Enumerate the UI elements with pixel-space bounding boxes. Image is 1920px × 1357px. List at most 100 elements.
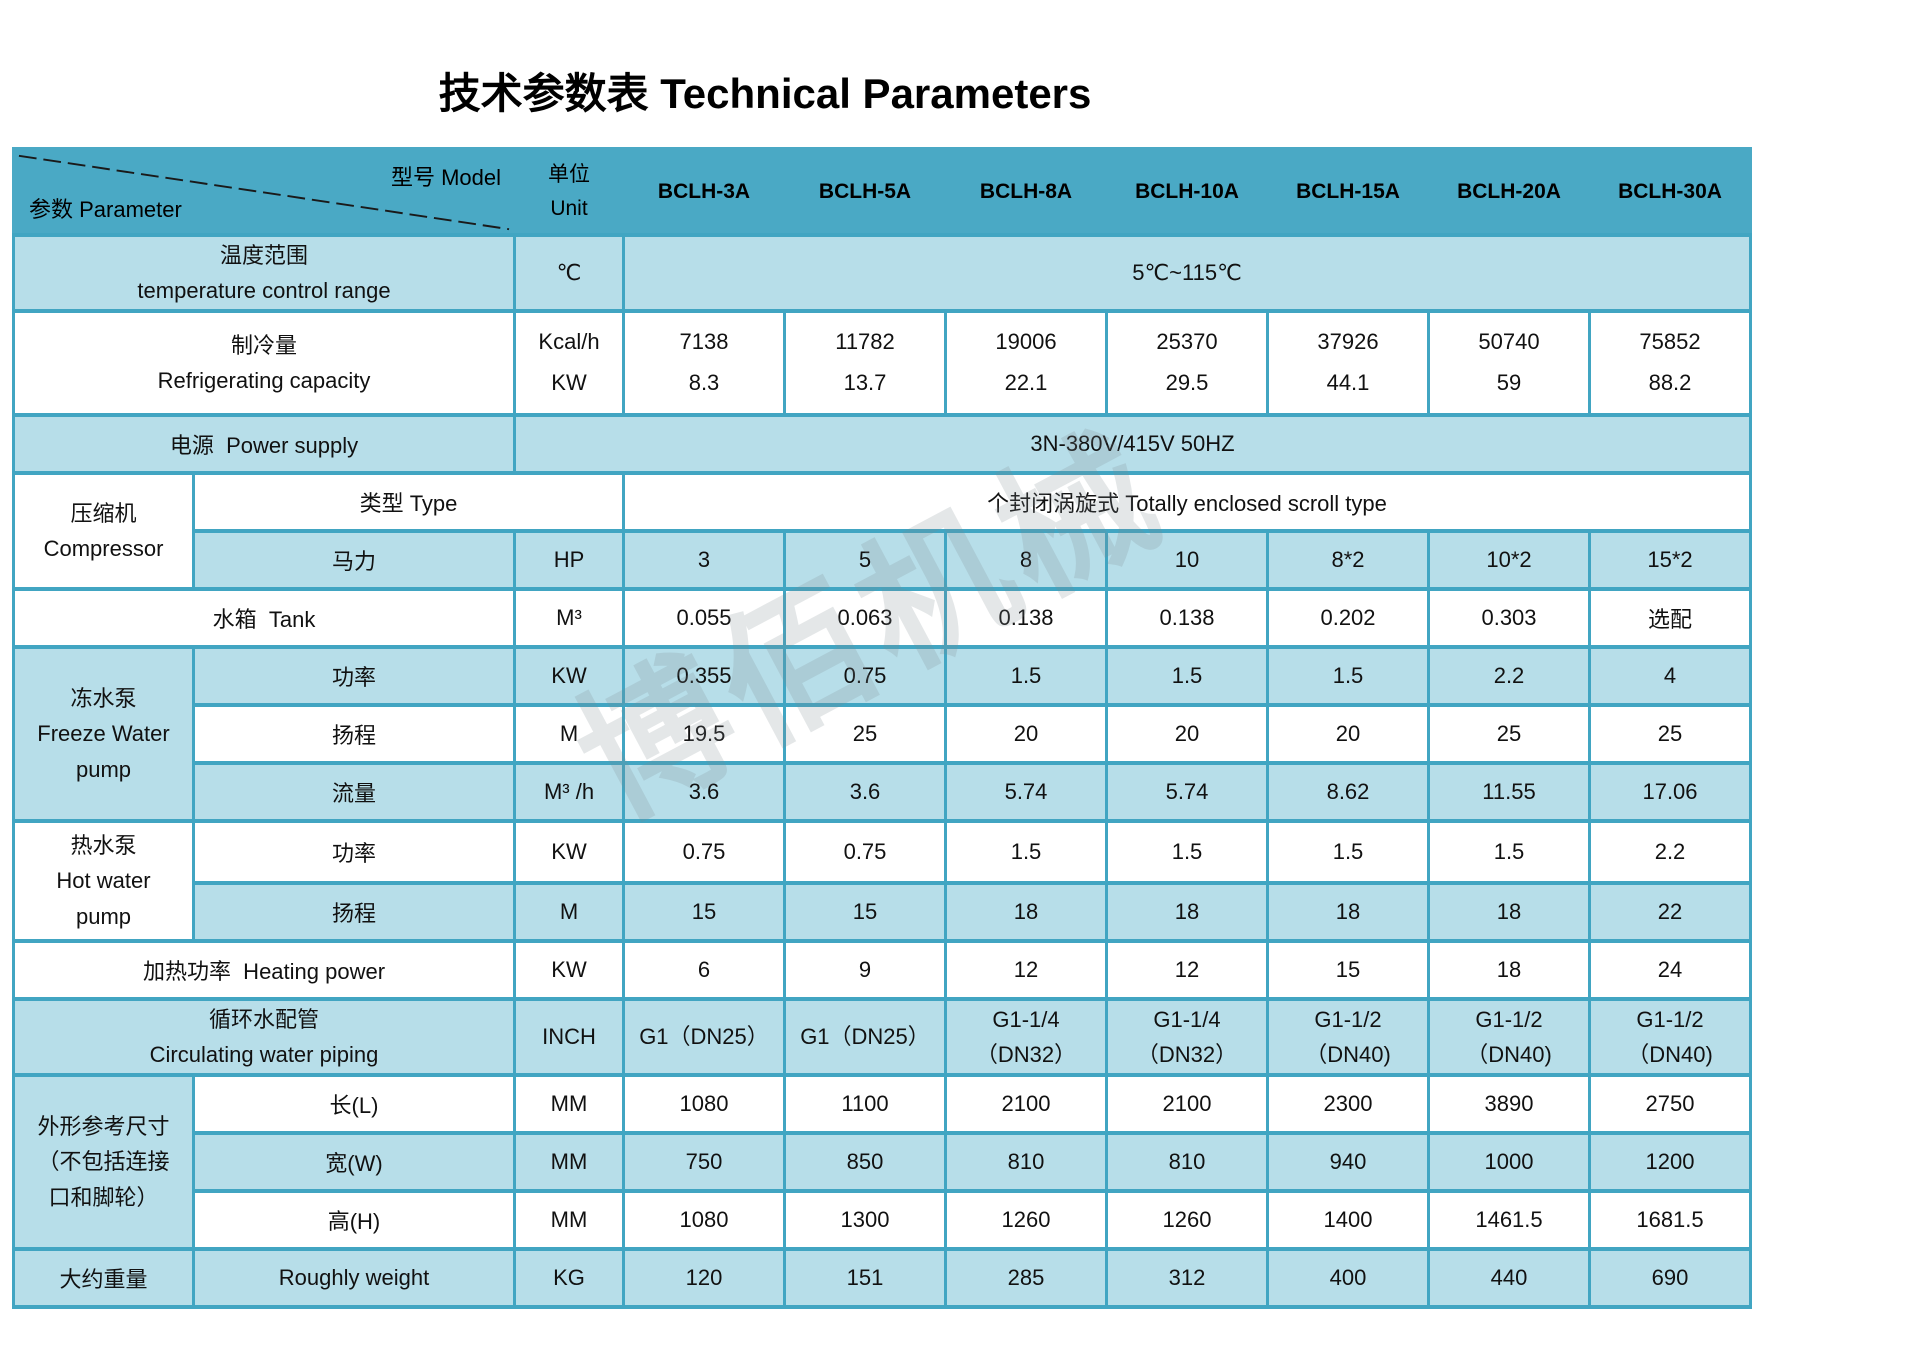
unit-cell: M — [515, 705, 624, 763]
param-label-refrigerating: 制冷量 Refrigerating capacity — [14, 311, 515, 415]
param-label-head: 扬程 — [194, 705, 515, 763]
label-en: pump — [15, 752, 192, 787]
label-en: pump — [15, 899, 192, 934]
value-cell: 750 — [624, 1133, 785, 1191]
value-cell: 15 — [1268, 941, 1429, 999]
value-cell: 9 — [785, 941, 946, 999]
value-cell: 940 — [1268, 1133, 1429, 1191]
value-cell: 24 — [1590, 941, 1751, 999]
value-cell: 22 — [1590, 883, 1751, 941]
value-cell: 400 — [1268, 1249, 1429, 1307]
unit-cell: HP — [515, 531, 624, 589]
value-cell: 1300 — [785, 1191, 946, 1249]
value-cell: 3.6 — [785, 763, 946, 821]
value-cell: 5.74 — [946, 763, 1107, 821]
row-refrigerating-capacity: 制冷量 Refrigerating capacity Kcal/h KW 713… — [14, 311, 1751, 415]
value-cell: 120 — [624, 1249, 785, 1307]
value-cell: 5.74 — [1107, 763, 1268, 821]
value-cell: 1100 — [785, 1075, 946, 1133]
param-label-type: 类型 Type — [194, 473, 624, 531]
row-compressor-type: 压缩机 Compressor 类型 Type 个封闭涡旋式 Totally en… — [14, 473, 1751, 531]
value-cell: 20 — [1107, 705, 1268, 763]
value-cell: 2.2 — [1590, 821, 1751, 883]
parameter-axis-label: 参数 Parameter — [29, 192, 182, 224]
header-row: 型号 Model 参数 Parameter 单位 Unit BCLH-3A BC… — [14, 149, 1751, 235]
value-cell: 810 — [946, 1133, 1107, 1191]
value-cell: 18 — [946, 883, 1107, 941]
label-zh: 温度范围 — [15, 238, 513, 273]
value-cell: 1200 — [1590, 1133, 1751, 1191]
label-zh: 外形参考尺寸 — [15, 1109, 192, 1144]
label-zh: 冻水泵 — [15, 681, 192, 716]
param-label-piping: 循环水配管 Circulating water piping — [14, 999, 515, 1075]
value-cell: 8*2 — [1268, 531, 1429, 589]
value-cell: 1.5 — [1107, 647, 1268, 705]
value-cell: G1-1/2（DN40) — [1590, 999, 1751, 1075]
value-cell: 0.138 — [946, 589, 1107, 647]
value-cell: 2100 — [946, 1075, 1107, 1133]
row-dimension-length: 外形参考尺寸 （不包括连接 口和脚轮） 长(L) MM 1080 1100 21… — [14, 1075, 1751, 1133]
row-freeze-pump-head: 扬程 M 19.5 25 20 20 20 25 25 — [14, 705, 1751, 763]
value-cell: 18 — [1107, 883, 1268, 941]
label-en: Refrigerating capacity — [15, 363, 513, 398]
value-cell: 2.2 — [1429, 647, 1590, 705]
unit-label-zh: 单位 — [516, 158, 622, 192]
unit-cell: INCH — [515, 999, 624, 1075]
unit-cell: ℃ — [515, 235, 624, 311]
unit-cell: KW — [515, 647, 624, 705]
param-label-width: 宽(W) — [194, 1133, 515, 1191]
label-zh: （不包括连接 — [15, 1144, 192, 1179]
param-label-temperature: 温度范围 temperature control range — [14, 235, 515, 311]
model-header: BCLH-5A — [785, 149, 946, 235]
group-label-hot-pump: 热水泵 Hot water pump — [14, 821, 194, 941]
value-cell: 810 — [1107, 1133, 1268, 1191]
param-label-height: 高(H) — [194, 1191, 515, 1249]
param-label-tank: 水箱 Tank — [14, 589, 515, 647]
unit-cell: KW — [515, 941, 624, 999]
technical-parameters-table: 型号 Model 参数 Parameter 单位 Unit BCLH-3A BC… — [12, 147, 1752, 1309]
model-axis-label: 型号 Model — [391, 160, 501, 192]
value-cell: 25 — [785, 705, 946, 763]
value-cell: 0.355 — [624, 647, 785, 705]
model-header: BCLH-8A — [946, 149, 1107, 235]
unit-cell: KG — [515, 1249, 624, 1307]
value-cell: 25 — [1429, 705, 1590, 763]
value-cell: 个封闭涡旋式 Totally enclosed scroll type — [624, 473, 1751, 531]
unit-label-en: Unit — [516, 192, 622, 226]
value-cell: 71388.3 — [624, 311, 785, 415]
value-cell: 17.06 — [1590, 763, 1751, 821]
model-header: BCLH-20A — [1429, 149, 1590, 235]
unit-cell: MM — [515, 1191, 624, 1249]
value-cell: 0.138 — [1107, 589, 1268, 647]
value-cell: 2537029.5 — [1107, 311, 1268, 415]
value-cell: 8 — [946, 531, 1107, 589]
value-cell: 312 — [1107, 1249, 1268, 1307]
param-label-power-supply: 电源 Power supply — [14, 415, 515, 473]
value-cell: 25 — [1590, 705, 1751, 763]
label-en: temperature control range — [15, 273, 513, 308]
value-cell: 151 — [785, 1249, 946, 1307]
value-cell: 6 — [624, 941, 785, 999]
value-cell: 4 — [1590, 647, 1751, 705]
row-heating-power: 加热功率 Heating power KW 6 9 12 12 15 18 24 — [14, 941, 1751, 999]
row-hot-pump-power: 热水泵 Hot water pump 功率 KW 0.75 0.75 1.5 1… — [14, 821, 1751, 883]
value-cell: 3890 — [1429, 1075, 1590, 1133]
row-circulating-piping: 循环水配管 Circulating water piping INCH G1（D… — [14, 999, 1751, 1075]
label-zh: 制冷量 — [15, 328, 513, 363]
model-header: BCLH-10A — [1107, 149, 1268, 235]
value-cell: 1.5 — [946, 821, 1107, 883]
unit-cell: MM — [515, 1133, 624, 1191]
model-header: BCLH-30A — [1590, 149, 1751, 235]
param-label-head: 扬程 — [194, 883, 515, 941]
value-cell: G1-1/4（DN32） — [1107, 999, 1268, 1075]
param-label-weight: Roughly weight — [194, 1249, 515, 1307]
row-temperature-range: 温度范围 temperature control range ℃ 5℃~115℃ — [14, 235, 1751, 311]
value-cell: 1.5 — [1268, 821, 1429, 883]
value-cell: 3 — [624, 531, 785, 589]
row-roughly-weight: 大约重量 Roughly weight KG 120 151 285 312 4… — [14, 1249, 1751, 1307]
header-diagonal-cell: 型号 Model 参数 Parameter — [14, 149, 515, 235]
value-cell: 285 — [946, 1249, 1107, 1307]
value-cell: 8.62 — [1268, 763, 1429, 821]
value-cell: 0.75 — [785, 647, 946, 705]
value-cell: 1.5 — [1268, 647, 1429, 705]
